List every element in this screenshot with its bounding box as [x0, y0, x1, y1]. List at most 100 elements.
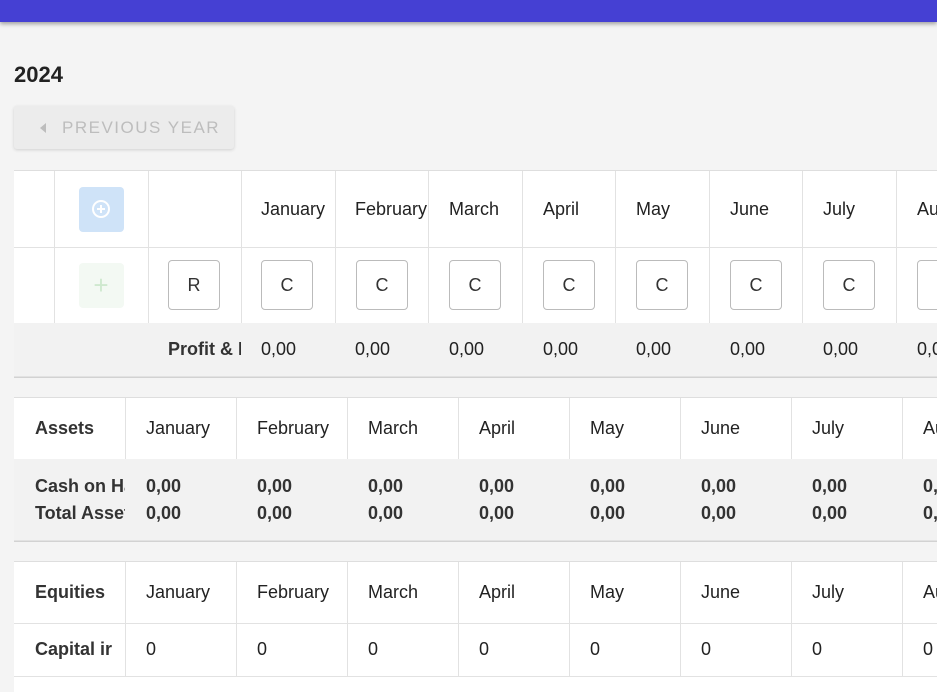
row-label-input[interactable]: R [168, 260, 220, 310]
assets-values: 0,00 0,00 [125, 459, 237, 541]
total-value: 0,00 [590, 502, 626, 523]
month-input-cell: C [709, 247, 803, 324]
cash-value: 0,00 [368, 475, 404, 496]
top-app-bar [0, 0, 937, 22]
total-value: 0,00 [701, 502, 737, 523]
row-label-cell: R [148, 247, 242, 324]
year-title: 2024 [14, 62, 63, 87]
month-header: January [125, 398, 237, 460]
summary-value: 0,00 [709, 323, 803, 377]
month-input[interactable]: C [356, 260, 408, 310]
assets-values: 0, 0, [902, 459, 937, 541]
assets-values: 0,00 0,00 [347, 459, 459, 541]
month-header: January [125, 562, 237, 624]
month-input-cell: C [241, 247, 336, 324]
summary-drag-cell [14, 323, 55, 377]
month-header: June [680, 562, 792, 624]
month-header: May [615, 171, 710, 248]
month-header: March [347, 398, 459, 460]
capital-value: 0 [347, 623, 459, 677]
summary-value: 0,00 [241, 323, 336, 377]
summary-value: 0,00 [428, 323, 523, 377]
cash-value: 0,00 [812, 475, 848, 496]
summary-value: 0,0 [896, 323, 937, 377]
summary-value: 0,00 [615, 323, 710, 377]
total-value: 0,00 [146, 502, 182, 523]
equities-header: Equities [14, 562, 126, 624]
capital-label: Capital ir [14, 623, 126, 677]
add-column-header [54, 171, 149, 248]
cash-value: 0,00 [590, 475, 626, 496]
month-header: April [458, 562, 570, 624]
assets-values: 0,00 0,00 [791, 459, 903, 541]
cash-value: 0,00 [146, 475, 182, 496]
month-input[interactable]: C [261, 260, 313, 310]
month-header: January [241, 171, 336, 248]
total-value: 0, [923, 502, 937, 523]
assets-values: 0,00 0,00 [680, 459, 792, 541]
month-header: April [522, 171, 616, 248]
month-header: February [236, 398, 348, 460]
month-header: Au [902, 398, 937, 460]
equities-table: Equities January February March April Ma… [14, 561, 937, 692]
cash-value: 0, [923, 475, 937, 496]
previous-year-button[interactable]: PREVIOUS YEAR [14, 106, 234, 149]
month-header: May [569, 562, 681, 624]
capital-value: 0 [236, 623, 348, 677]
assets-table: Assets January February March April May … [14, 397, 937, 542]
drag-cell [14, 247, 55, 324]
cash-value: 0,00 [257, 475, 293, 496]
summary-value: 0,00 [335, 323, 429, 377]
month-input-cell: C [335, 247, 429, 324]
total-value: 0,00 [368, 502, 404, 523]
cash-on-hand-label: Cash on Ha [35, 475, 126, 496]
assets-row-labels: Cash on Ha Total Assets [14, 459, 126, 541]
add-icon[interactable]: + [78, 262, 124, 308]
capital-value: 0 [680, 623, 792, 677]
month-header: May [569, 398, 681, 460]
month-header: July [791, 562, 903, 624]
month-input-cell: C [428, 247, 523, 324]
drag-column-header [14, 171, 55, 248]
month-input-cell: C [615, 247, 710, 324]
total-assets-label: Total Assets [35, 502, 125, 523]
month-header: June [709, 171, 803, 248]
summary-value: 0,00 [522, 323, 616, 377]
summary-value: 0,00 [802, 323, 897, 377]
capital-value: 0 [791, 623, 903, 677]
month-header: July [791, 398, 903, 460]
assets-values: 0,00 0,00 [569, 459, 681, 541]
assets-header: Assets [14, 398, 126, 460]
month-input[interactable] [917, 260, 937, 310]
month-header: Au [896, 171, 937, 248]
month-header: February [335, 171, 429, 248]
total-value: 0,00 [257, 502, 293, 523]
month-input[interactable]: C [636, 260, 688, 310]
month-input[interactable]: C [730, 260, 782, 310]
cash-value: 0,00 [479, 475, 515, 496]
cash-value: 0,00 [701, 475, 737, 496]
month-input[interactable]: C [823, 260, 875, 310]
month-input-cell: C [802, 247, 897, 324]
add-cell: + [54, 247, 149, 324]
month-header: Au [902, 562, 937, 624]
month-header: April [458, 398, 570, 460]
capital-value: 0 [569, 623, 681, 677]
month-header: February [236, 562, 348, 624]
month-header: June [680, 398, 792, 460]
month-input-cell: C [522, 247, 616, 324]
profit-loss-table: January February March April May June Ju… [14, 170, 937, 378]
capital-value: 0 [458, 623, 570, 677]
previous-year-label: PREVIOUS YEAR [62, 117, 221, 137]
chevron-left-icon [40, 122, 46, 133]
month-input-cell [896, 247, 937, 324]
month-input[interactable]: C [449, 260, 501, 310]
capital-value: 0 [125, 623, 237, 677]
month-header: March [347, 562, 459, 624]
label-column-header [148, 171, 242, 248]
month-input[interactable]: C [543, 260, 595, 310]
total-value: 0,00 [812, 502, 848, 523]
assets-values: 0,00 0,00 [236, 459, 348, 541]
add-row-button[interactable] [78, 186, 124, 232]
summary-add-cell [54, 323, 149, 377]
